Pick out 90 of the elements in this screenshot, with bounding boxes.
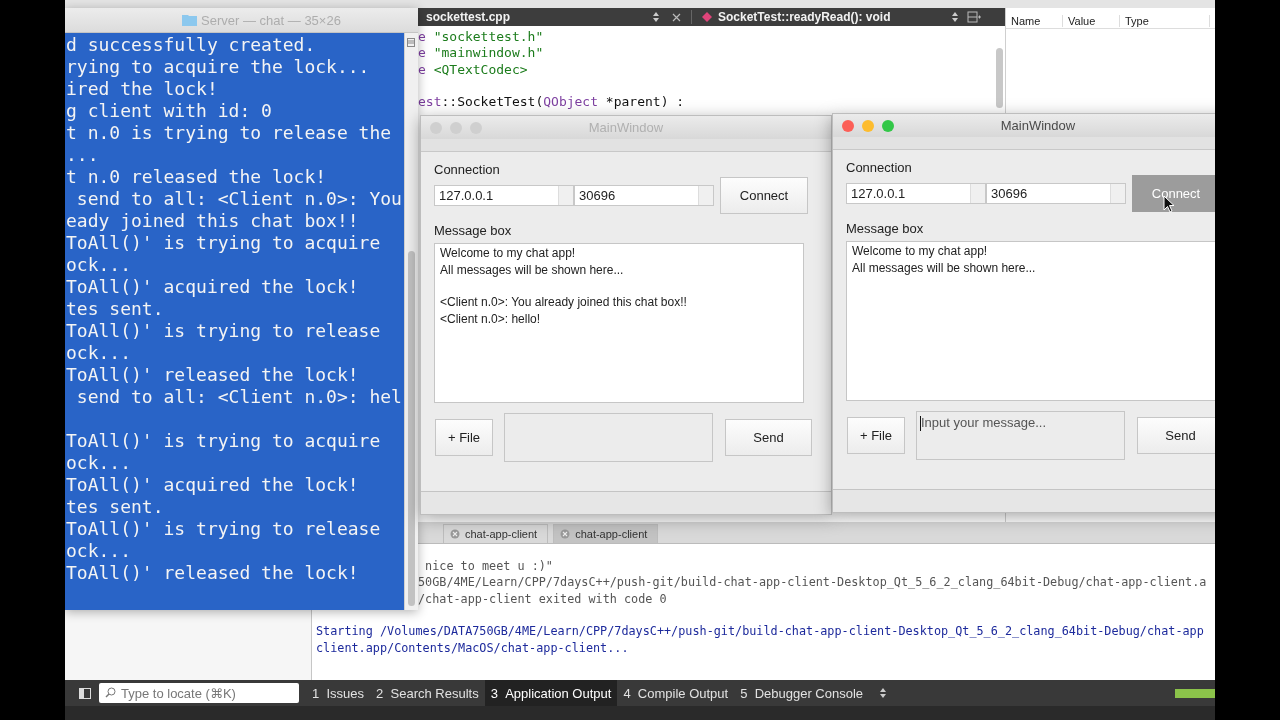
message-box-label: Message box xyxy=(846,222,925,236)
chat-message: Welcome to my chat app! xyxy=(440,245,577,262)
split-pane-icon[interactable] xyxy=(407,38,415,47)
terminal-line: send to all: <Client n.0>: hel xyxy=(75,386,403,408)
terminal-line: ToAll()' is trying to release xyxy=(66,320,382,342)
terminal-line: g client with id: 0 xyxy=(66,100,273,122)
connect-button[interactable]: Connect xyxy=(720,177,808,214)
port-field[interactable]: 30696 xyxy=(574,185,714,206)
output-pane-button[interactable]: 3 Application Output xyxy=(484,680,618,706)
terminal-line: d successfully created. xyxy=(66,34,317,56)
terminal-line: ToAll()' is trying to acquire xyxy=(66,232,382,254)
up-down-arrows-icon[interactable] xyxy=(652,11,660,23)
search-icon xyxy=(105,687,116,698)
code-line: e "sockettest.h" xyxy=(418,29,544,46)
terminal-line: send to all: <Client n.0>: You xyxy=(75,188,403,210)
sidebar-toggle-icon[interactable] xyxy=(79,687,91,699)
chat-message: All messages will be shown here... xyxy=(852,260,1037,277)
window-control-button[interactable] xyxy=(450,121,462,134)
column-header[interactable]: Name xyxy=(1006,15,1063,27)
terminal-line: ock... xyxy=(66,540,133,562)
message-input[interactable] xyxy=(504,413,713,462)
chat-message: All messages will be shown here... xyxy=(440,262,625,279)
terminal-line: ired the lock! xyxy=(66,78,219,100)
output-pane-button[interactable]: 5 Debugger Console xyxy=(734,680,870,706)
message-box-label: Message box xyxy=(434,224,513,238)
build-status-bar xyxy=(1175,688,1215,698)
chat-message: Welcome to my chat app! xyxy=(852,243,989,260)
up-down-arrows-icon[interactable] xyxy=(951,11,959,23)
window-control-button[interactable] xyxy=(430,121,442,134)
window-title: MainWindow xyxy=(1000,118,1076,133)
code-line: e "mainwindow.h" xyxy=(418,45,544,62)
terminal-line: tes sent. xyxy=(66,298,165,320)
terminal-line: ... xyxy=(66,144,100,166)
send-button[interactable]: Send xyxy=(725,419,812,456)
terminal-line: ToAll()' is trying to acquire xyxy=(66,429,382,452)
terminal-line: eady joined this chat box!! xyxy=(66,210,360,232)
window-title: Server — chat — 35×26 xyxy=(201,12,341,28)
code-line: est::SocketTest(QObject *parent) : xyxy=(418,92,685,111)
output-line: nice to meet u :)" xyxy=(424,558,554,575)
output-tab[interactable]: chat-app-client xyxy=(443,524,549,543)
diamond-icon xyxy=(702,12,712,22)
column-header[interactable]: Type xyxy=(1120,15,1210,27)
send-button[interactable]: Send xyxy=(1137,417,1215,454)
close-icon[interactable] xyxy=(450,529,460,539)
up-down-arrows-icon[interactable] xyxy=(879,687,888,699)
terminal-line: t n.0 released the lock! xyxy=(66,166,328,188)
terminal-line: ock... xyxy=(66,452,133,474)
output-pane-button[interactable]: 4 Compile Output xyxy=(617,680,735,706)
output-tab[interactable]: chat-app-client xyxy=(553,524,659,543)
output-line: /chat-app-client exited with code 0 xyxy=(418,590,668,608)
window-control-button[interactable] xyxy=(470,121,482,134)
scrollbar-thumb[interactable] xyxy=(408,251,415,606)
add-file-button[interactable]: + File xyxy=(435,419,493,456)
file-name[interactable]: sockettest.cpp xyxy=(426,10,652,24)
code-line: e <QTextCodec> xyxy=(418,61,528,78)
symbol-name[interactable]: SocketTest::readyRead(): void xyxy=(718,10,951,24)
add-file-button[interactable]: + File xyxy=(847,417,905,454)
column-header[interactable]: Value xyxy=(1063,15,1120,27)
terminal-line: ToAll()' released the lock! xyxy=(66,364,360,386)
scrollbar[interactable] xyxy=(996,48,1003,108)
output-pane-button[interactable]: 1 Issues xyxy=(306,680,371,706)
output-line: client.app/Contents/MacOS/chat-app-client... xyxy=(316,639,630,657)
terminal-line: ToAll()' acquired the lock! xyxy=(66,474,360,496)
terminal-line: rying to acquire the lock... xyxy=(66,56,371,78)
connection-label: Connection xyxy=(434,163,501,177)
output-line: Starting /Volumes/DATA750GB/4ME/Learn/CPP/7daysC++/push-git/build-chat-app-client-Desktop_Qt_5_6_2_clang_64bit-Debug/chat-app xyxy=(316,623,1205,640)
host-field[interactable]: 127.0.0.1 xyxy=(434,185,574,206)
terminal-line: ToAll()' acquired the lock! xyxy=(66,276,360,298)
locate-field[interactable]: Type to locate (⌘K) xyxy=(99,683,299,703)
window-control-button[interactable] xyxy=(882,119,894,132)
terminal-line: ToAll()' released the lock! xyxy=(66,562,360,584)
terminal-line: t n.0 is trying to release the xyxy=(66,122,393,144)
output-pane-button[interactable]: 2 Search Results xyxy=(370,680,485,706)
split-icon[interactable] xyxy=(967,11,981,23)
close-icon[interactable] xyxy=(560,529,571,539)
terminal-line: tes sent. xyxy=(66,496,165,518)
window-control-button[interactable] xyxy=(842,119,854,132)
chat-message: <Client n.0>: hello! xyxy=(440,311,542,328)
connection-label: Connection xyxy=(846,161,913,175)
message-input[interactable]: Input your message... xyxy=(916,411,1125,460)
port-field[interactable]: 30696 xyxy=(986,183,1126,204)
window-control-button[interactable] xyxy=(862,119,874,132)
terminal-line: ock... xyxy=(66,342,133,364)
terminal-line: ToAll()' is trying to release xyxy=(66,518,382,540)
output-line: 50GB/4ME/Learn/CPP/7daysC++/push-git/build-chat-app-client-Desktop_Qt_5_6_2_clang_64bit-Debug/chat-app-client.a xyxy=(418,574,1208,591)
host-field[interactable]: 127.0.0.1 xyxy=(846,183,986,204)
chat-message: <Client n.0>: You already joined this chat box!! xyxy=(440,294,688,311)
terminal-line: ock... xyxy=(66,254,133,276)
close-icon[interactable] xyxy=(672,12,681,22)
folder-icon xyxy=(182,14,198,26)
